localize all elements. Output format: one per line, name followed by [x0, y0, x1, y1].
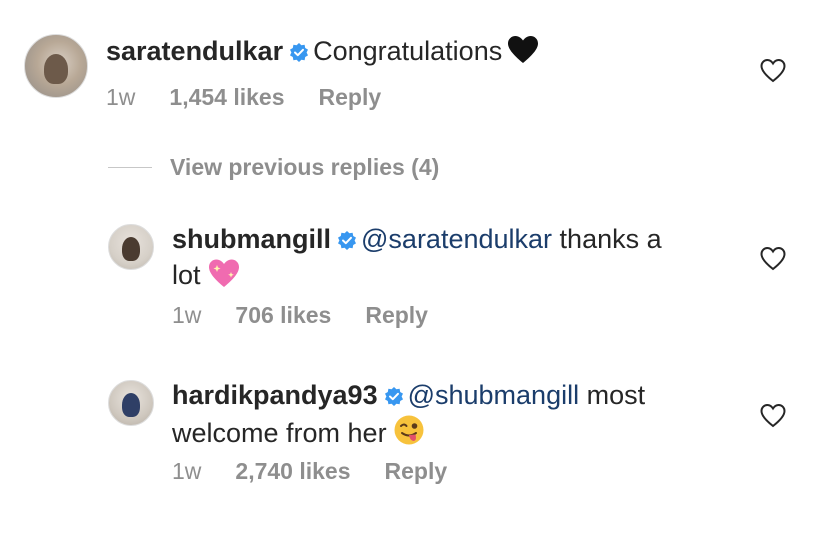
- divider: [108, 166, 152, 168]
- avatar[interactable]: [108, 224, 154, 270]
- verified-badge-icon: [384, 380, 404, 414]
- avatar[interactable]: [24, 34, 88, 98]
- avatar[interactable]: [108, 380, 154, 426]
- view-previous-replies-label[interactable]: View previous replies (4): [170, 154, 439, 181]
- likes-count[interactable]: 2,740 likes: [235, 458, 350, 484]
- timestamp: 1w: [106, 84, 136, 110]
- likes-count[interactable]: 706 likes: [235, 302, 331, 328]
- view-previous-replies[interactable]: View previous replies (4): [108, 150, 439, 184]
- comment-text: most: [586, 380, 646, 410]
- timestamp: 1w: [172, 458, 202, 484]
- like-heart-icon[interactable]: [760, 246, 786, 272]
- reply-button[interactable]: Reply: [385, 458, 448, 484]
- reply-button[interactable]: Reply: [365, 302, 428, 328]
- winking-face-with-tongue-icon: [393, 414, 425, 454]
- username-link[interactable]: shubmangill: [172, 224, 331, 254]
- comment-meta: 1w 706 likes Reply: [172, 302, 462, 329]
- comment-text-continued: lot: [172, 260, 201, 290]
- comment-text-continued: welcome from her: [172, 418, 387, 448]
- verified-badge-icon: [337, 224, 357, 258]
- verified-badge-icon: [289, 36, 309, 70]
- like-heart-icon[interactable]: [760, 403, 786, 429]
- comment-body: hardikpandya93 @shubmangill most welcome …: [172, 378, 732, 454]
- username-link[interactable]: hardikpandya93: [172, 380, 378, 410]
- timestamp: 1w: [172, 302, 202, 328]
- reply-button[interactable]: Reply: [319, 84, 382, 110]
- comment-meta: 1w 1,454 likes Reply: [106, 84, 415, 111]
- like-heart-icon[interactable]: [760, 58, 786, 84]
- comment-body: saratendulkar Congratulations: [106, 34, 706, 72]
- comment-text: Congratulations: [313, 36, 503, 66]
- username-link[interactable]: saratendulkar: [106, 36, 283, 66]
- mention-link[interactable]: @shubmangill: [408, 380, 580, 410]
- comment-meta: 1w 2,740 likes Reply: [172, 458, 481, 485]
- sparkling-heart-icon: [207, 258, 241, 296]
- likes-count[interactable]: 1,454 likes: [169, 84, 284, 110]
- black-heart-icon: [508, 36, 539, 72]
- comment-body: shubmangill @saratendulkar thanks a lot: [172, 222, 732, 296]
- mention-link[interactable]: @saratendulkar: [361, 224, 552, 254]
- comment-text: thanks a: [559, 224, 662, 254]
